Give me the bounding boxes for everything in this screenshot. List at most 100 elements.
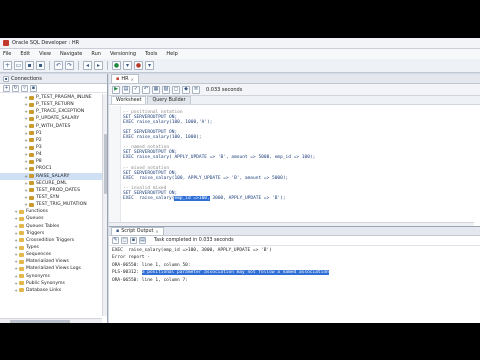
tab-script-output[interactable]: ▪ Script Output × (111, 227, 164, 235)
add-connection-icon[interactable]: + (3, 84, 10, 92)
menu-file[interactable]: File (3, 51, 11, 57)
expand-icon[interactable]: + (24, 124, 28, 129)
expand-icon[interactable]: + (24, 102, 28, 107)
tree-item[interactable]: + Queues Tables (0, 223, 107, 230)
expand-icon[interactable]: + (14, 238, 18, 243)
open-folder-icon[interactable]: ▭ (14, 61, 23, 70)
save-icon[interactable]: ▪ (25, 61, 34, 70)
expand-icon[interactable]: + (14, 266, 18, 271)
expand-icon[interactable]: + (14, 281, 18, 286)
filter-icon[interactable]: ▿ (21, 84, 28, 92)
connections-tab[interactable]: ▪ Connections (0, 74, 107, 84)
menu-navigate[interactable]: Navigate (60, 51, 82, 57)
tree-vertical-scrollbar[interactable] (102, 94, 107, 316)
tab-query-builder[interactable]: Query Builder (147, 96, 191, 104)
back-icon[interactable]: ◂ (83, 61, 92, 70)
tree-item[interactable]: + Crossedition Triggers (0, 237, 107, 244)
run-script-icon[interactable]: ▤ (122, 85, 130, 94)
scroll-thumb[interactable] (10, 319, 70, 323)
expand-icon[interactable]: + (14, 216, 18, 221)
schema-icon[interactable]: ▪ (30, 84, 37, 92)
tree-item[interactable]: + P1 (0, 130, 107, 137)
tree-item[interactable]: + P_TRACE_EXCEPTION (0, 108, 107, 115)
run-icon[interactable]: ● (112, 61, 121, 70)
expand-icon[interactable]: + (24, 116, 28, 121)
tree-item[interactable]: + Sequences (0, 251, 107, 258)
expand-icon[interactable]: + (24, 188, 28, 193)
menu-run[interactable]: Run (91, 51, 101, 57)
tree-item[interactable]: + P_WITH_DATES (0, 123, 107, 130)
tree-item[interactable]: + Database Links (0, 287, 107, 294)
tree-item[interactable]: + Materialized Views Logs (0, 265, 107, 272)
tree-item[interactable]: + P8 (0, 158, 107, 165)
print-icon[interactable]: ▤ (139, 237, 146, 244)
close-icon[interactable]: × (155, 229, 158, 234)
redo-icon[interactable]: ↷ (65, 61, 74, 70)
save-output-icon[interactable]: ▪ (130, 237, 137, 244)
sql-editor[interactable]: -- positional notation SET SERVEROUTPUT O… (109, 106, 480, 226)
tree-item[interactable]: + P2 (0, 137, 107, 144)
stop-icon[interactable]: ● (134, 61, 143, 70)
tab-worksheet[interactable]: Worksheet (111, 96, 147, 104)
expand-icon[interactable]: + (24, 159, 28, 164)
commit-icon[interactable]: ✓ (132, 85, 140, 94)
tree-item[interactable]: + P3 (0, 144, 107, 151)
expand-icon[interactable]: + (24, 145, 28, 150)
save-all-icon[interactable]: ▪ (36, 61, 45, 70)
pin-icon[interactable]: ✎ (112, 237, 119, 244)
expand-icon[interactable]: + (14, 288, 18, 293)
tree-item[interactable]: + P_UPDATE_SALARY (0, 115, 107, 122)
tree-item[interactable]: + P4 (0, 151, 107, 158)
tree-item[interactable]: + Public Synonyms (0, 280, 107, 287)
tree-item[interactable]: + Queues (0, 215, 107, 222)
tree-horizontal-scrollbar[interactable] (0, 318, 102, 323)
tree-item[interactable]: + TEST_PROD_DATES (0, 187, 107, 194)
explain-plan-icon[interactable]: ▦ (152, 85, 160, 94)
tree-item[interactable]: + TEST_SYN (0, 194, 107, 201)
run-statement-icon[interactable]: ▶ (112, 85, 120, 94)
expand-icon[interactable]: + (24, 166, 28, 171)
tree-item[interactable]: + Triggers (0, 230, 107, 237)
tree-item[interactable]: + SECURE_DML (0, 180, 107, 187)
tree-item[interactable]: + Materialized Views (0, 258, 107, 265)
rollback-icon[interactable]: ↶ (142, 85, 150, 94)
expand-icon[interactable]: + (14, 245, 18, 250)
undo-icon[interactable]: ↶ (54, 61, 63, 70)
tab-hr-worksheet[interactable]: ▪ HR × (111, 74, 139, 83)
erase-icon[interactable]: ◻ (121, 237, 128, 244)
autotrace-icon[interactable]: ▧ (162, 85, 170, 94)
expand-icon[interactable]: + (24, 195, 28, 200)
tree-item[interactable]: + P_TEST_PRAGMA_INLINE (0, 94, 107, 101)
clear-icon[interactable]: ◻ (172, 85, 180, 94)
refresh-icon[interactable]: ↻ (12, 84, 19, 92)
tree-item[interactable]: + TEST_TRIG_MUTATION (0, 201, 107, 208)
tree-item[interactable]: + P_TEST_RETURN (0, 101, 107, 108)
dropdown-icon[interactable]: ▾ (123, 61, 132, 70)
tree-item[interactable]: + PROC1 (0, 165, 107, 172)
tree-item[interactable]: + Types (0, 244, 107, 251)
tree-item[interactable]: + RAISE_SALARY (0, 172, 107, 180)
sql-tuning-icon[interactable]: ◆ (182, 85, 190, 94)
expand-icon[interactable]: + (24, 152, 28, 157)
expand-icon[interactable]: + (14, 231, 18, 236)
new-icon[interactable]: + (3, 61, 12, 70)
menu-view[interactable]: View (39, 51, 51, 57)
menu-versioning[interactable]: Versioning (110, 51, 136, 57)
expand-icon[interactable]: + (24, 138, 28, 143)
menu-tools[interactable]: Tools (145, 51, 157, 57)
expand-icon[interactable]: + (24, 131, 28, 136)
forward-icon[interactable]: ▸ (94, 61, 103, 70)
tree-item[interactable]: + Functions (0, 208, 107, 215)
expand-icon[interactable]: + (14, 274, 18, 279)
expand-icon[interactable]: + (14, 252, 18, 257)
expand-icon[interactable]: + (24, 174, 28, 179)
expand-icon[interactable]: + (24, 109, 28, 114)
tree-item[interactable]: + Synonyms (0, 273, 107, 280)
format-icon[interactable]: ≡ (192, 85, 200, 94)
expand-icon[interactable]: + (14, 209, 18, 214)
debug-icon[interactable]: ▾ (145, 61, 154, 70)
scroll-thumb[interactable] (103, 134, 107, 194)
expand-icon[interactable]: + (14, 259, 18, 264)
expand-icon[interactable]: + (14, 224, 18, 229)
menu-help[interactable]: Help (166, 51, 177, 57)
